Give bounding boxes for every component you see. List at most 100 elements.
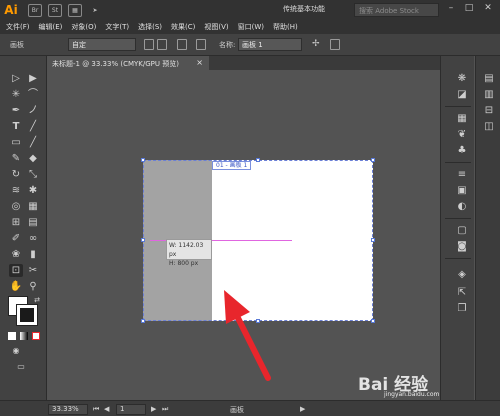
selection-tool-icon[interactable]: ▷: [9, 72, 23, 85]
portrait-button[interactable]: [144, 39, 154, 50]
panel-dock: ❋ ◪ ▦ ❦ ♣ ≡ ▣ ◐ ▢ ◙ ◈ ⇱ ❐: [440, 56, 474, 400]
swap-fill-stroke-icon[interactable]: ⇄: [30, 294, 44, 307]
swatches-panel-icon[interactable]: ▦: [455, 112, 469, 125]
appearance-panel-icon[interactable]: ▢: [455, 224, 469, 237]
artboards-panel-icon[interactable]: ❐: [455, 302, 469, 315]
menu-edit[interactable]: 编辑(E): [39, 22, 63, 32]
rectangle-tool-icon[interactable]: ▭: [9, 136, 23, 149]
resize-handle-bottom-right[interactable]: [371, 319, 375, 323]
scale-tool-icon[interactable]: ⤡: [26, 168, 40, 181]
puppet-warp-tool-icon[interactable]: ✱: [26, 184, 40, 197]
symbols-panel-icon[interactable]: ♣: [455, 144, 469, 157]
transparency-panel-icon[interactable]: ◐: [455, 200, 469, 213]
mesh-tool-icon[interactable]: ⊞: [9, 216, 23, 229]
properties-panel-icon[interactable]: ▤: [482, 72, 496, 85]
rotate-tool-icon[interactable]: ↻: [9, 168, 23, 181]
menu-window[interactable]: 窗口(W): [238, 22, 264, 32]
screen-mode-icon[interactable]: ▭: [14, 360, 28, 373]
perspective-grid-tool-icon[interactable]: ▦: [26, 200, 40, 213]
delete-artboard-button[interactable]: [196, 39, 206, 50]
artboard-tool-icon[interactable]: ⊡: [9, 264, 23, 277]
stock-search-input[interactable]: 搜索 Adobe Stock: [354, 3, 439, 17]
direct-selection-tool-icon[interactable]: ▶: [26, 72, 40, 85]
tools-panel: ▷ ▶ ✳ ⌒ ✒ ノ T ╱ ▭ ╱ ✎ ◆ ↻ ⤡ ≋ ✱ ◎ ▦ ⊞ ▤ …: [0, 56, 47, 400]
draw-mode-icon[interactable]: ◉: [9, 344, 23, 357]
brushes-panel-icon[interactable]: ❦: [455, 128, 469, 141]
eraser-tool-icon[interactable]: ◆: [26, 152, 40, 165]
export-panel-icon[interactable]: ⇱: [455, 286, 469, 299]
arrange-documents-icon[interactable]: ▦: [68, 3, 82, 17]
curvature-tool-icon[interactable]: ノ: [26, 104, 40, 117]
graphic-styles-panel-icon[interactable]: ◙: [455, 240, 469, 253]
landscape-button[interactable]: [157, 39, 167, 50]
document-tab-strip: 未标题-1 @ 33.33% (CMYK/GPU 预览) ×: [47, 56, 440, 70]
zoom-tool-icon[interactable]: ⚲: [26, 280, 40, 293]
previous-artboard-icon[interactable]: ◀: [104, 405, 109, 413]
resize-handle-top-right[interactable]: [371, 158, 375, 162]
workspace-switcher[interactable]: 传统基本功能: [283, 4, 325, 14]
move-with-artboard-button[interactable]: ✢: [312, 39, 322, 50]
paintbrush-tool-icon[interactable]: ╱: [26, 136, 40, 149]
document-tab[interactable]: 未标题-1 @ 33.33% (CMYK/GPU 预览) ×: [47, 56, 209, 70]
new-artboard-button[interactable]: [177, 39, 187, 50]
close-icon[interactable]: ✕: [481, 3, 495, 15]
pen-tool-icon[interactable]: ✒: [9, 104, 23, 117]
artboard-number-field[interactable]: 1: [116, 404, 146, 415]
symbol-sprayer-tool-icon[interactable]: ❀: [9, 248, 23, 261]
stroke-panel-icon[interactable]: ≡: [455, 168, 469, 181]
magic-wand-tool-icon[interactable]: ✳: [9, 88, 23, 101]
resize-handle-top-left[interactable]: [141, 158, 145, 162]
menu-view[interactable]: 视图(V): [204, 22, 228, 32]
hand-tool-icon[interactable]: ✋: [9, 280, 23, 293]
bridge-icon[interactable]: Br: [28, 3, 42, 17]
stroke-swatch[interactable]: [16, 304, 38, 326]
slice-tool-icon[interactable]: ✂: [26, 264, 40, 277]
menu-effect[interactable]: 效果(C): [171, 22, 195, 32]
gpu-performance-icon[interactable]: ➤: [88, 4, 102, 17]
line-tool-icon[interactable]: ╱: [26, 120, 40, 133]
artboard-name-field[interactable]: 画板 1: [238, 38, 302, 51]
pathfinder-panel-icon[interactable]: ◫: [482, 120, 496, 133]
color-panel-icon[interactable]: ❋: [455, 72, 469, 85]
layers-panel-icon[interactable]: ◈: [455, 268, 469, 281]
resize-handle-middle-left[interactable]: [141, 238, 145, 242]
menu-help[interactable]: 帮助(H): [273, 22, 298, 32]
color-mode-button[interactable]: [8, 332, 16, 340]
gradient-tool-icon[interactable]: ▤: [26, 216, 40, 229]
maximize-icon[interactable]: □: [462, 3, 476, 15]
shaper-tool-icon[interactable]: ✎: [9, 152, 23, 165]
align-panel-icon[interactable]: ⊟: [482, 104, 496, 117]
gradient-mode-button[interactable]: [20, 332, 28, 340]
width-tool-icon[interactable]: ≋: [9, 184, 23, 197]
status-arrow-icon[interactable]: ▶: [300, 405, 305, 413]
menu-type[interactable]: 文字(T): [105, 22, 129, 32]
eyedropper-tool-icon[interactable]: ✐: [9, 232, 23, 245]
last-artboard-icon[interactable]: ⏭: [162, 405, 168, 414]
current-tool-name[interactable]: 画板: [230, 405, 244, 415]
resize-handle-middle-right[interactable]: [371, 238, 375, 242]
blend-tool-icon[interactable]: ∞: [26, 232, 40, 245]
preset-select[interactable]: 自定: [68, 38, 136, 51]
control-bar: 画板 自定 名称: 画板 1 ✢: [0, 34, 500, 56]
column-graph-tool-icon[interactable]: ▮: [26, 248, 40, 261]
annotation-arrow: [224, 290, 271, 381]
resize-handle-bottom-left[interactable]: [141, 319, 145, 323]
menu-select[interactable]: 选择(S): [138, 22, 162, 32]
type-tool-icon[interactable]: T: [9, 120, 23, 133]
none-mode-button[interactable]: [32, 332, 40, 340]
stock-icon[interactable]: St: [48, 3, 62, 17]
document-close-icon[interactable]: ×: [196, 58, 203, 67]
menu-file[interactable]: 文件(F): [6, 22, 30, 32]
shape-builder-tool-icon[interactable]: ◎: [9, 200, 23, 213]
zoom-level-field[interactable]: 33.33%: [48, 404, 88, 415]
next-artboard-icon[interactable]: ▶: [151, 405, 156, 413]
artboard-options-button[interactable]: [330, 39, 340, 50]
menu-object[interactable]: 对象(O): [71, 22, 96, 32]
lasso-tool-icon[interactable]: ⌒: [26, 88, 40, 101]
libraries-panel-icon[interactable]: ▥: [482, 88, 496, 101]
first-artboard-icon[interactable]: ⏮: [93, 405, 99, 414]
resize-handle-top-middle[interactable]: [256, 158, 260, 162]
gradient-panel-icon[interactable]: ▣: [455, 184, 469, 197]
minimize-icon[interactable]: –: [444, 3, 458, 15]
color-guide-icon[interactable]: ◪: [455, 88, 469, 101]
